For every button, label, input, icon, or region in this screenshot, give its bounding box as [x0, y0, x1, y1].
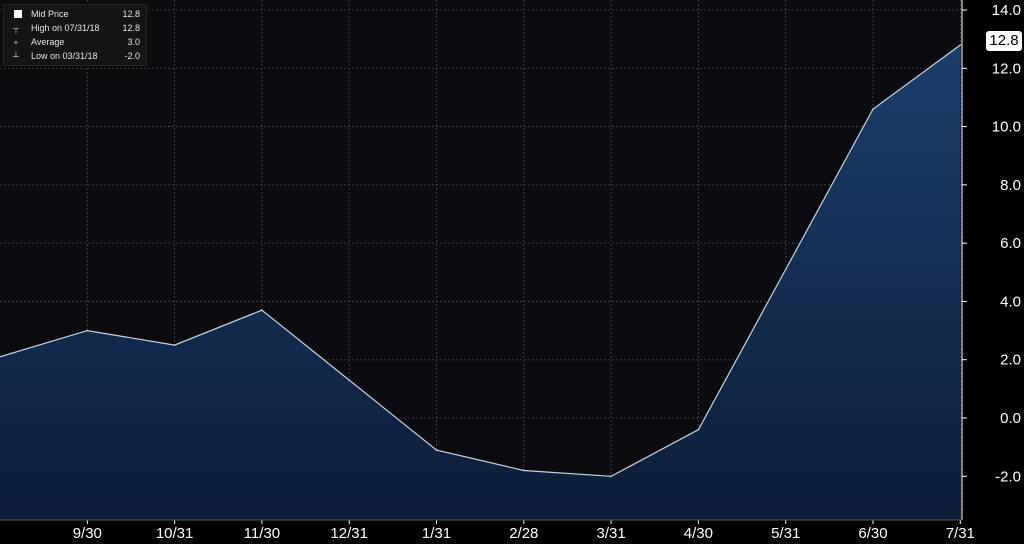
- legend-item-high: ┬ High on 07/31/18 12.8: [4, 22, 146, 34]
- legend-value: 12.8: [122, 9, 140, 19]
- legend: Mid Price 12.8 ┬ High on 07/31/18 12.8 +…: [3, 4, 147, 66]
- high-marker-icon: ┬: [13, 24, 19, 33]
- y-tick-label: 4.0: [1000, 293, 1021, 310]
- legend-value: 12.8: [122, 23, 140, 33]
- data-point: [784, 268, 787, 271]
- y-tick-label: 10.0: [992, 119, 1021, 136]
- data-point: [435, 449, 438, 451]
- x-tick-label: 6/30: [858, 525, 887, 542]
- data-point: [348, 379, 351, 381]
- average-marker-icon: +: [13, 38, 19, 47]
- data-point: [523, 469, 525, 472]
- chart: 14.0 12.0 10.0 8.0 6.0 4.0 2.0 0.0 -2.0 9/30 10/31…: [0, 0, 1021, 542]
- legend-label: Average: [31, 37, 65, 47]
- legend-item-average: + Average 3.0: [4, 36, 146, 48]
- y-tick-label: 2.0: [1000, 352, 1021, 369]
- y-tick-label: 12.0: [992, 60, 1021, 77]
- y-tick-label: 8.0: [1000, 177, 1021, 194]
- data-point: [86, 329, 89, 332]
- y-tick-label: 0.0: [1000, 410, 1021, 427]
- legend-label: High on 07/31/18: [31, 23, 100, 33]
- legend-value: 3.0: [127, 37, 140, 47]
- legend-label: Low on 03/31/18: [31, 51, 98, 61]
- data-point: [697, 428, 700, 431]
- x-tick-label: 7/31: [946, 525, 975, 542]
- legend-item-low: ┴ Low on 03/31/18 -2.0: [4, 50, 146, 62]
- x-tick-label: 5/31: [771, 525, 800, 542]
- data-point: [261, 309, 263, 311]
- last-value-tag: 12.8: [986, 31, 1022, 51]
- legend-item-mid-price: Mid Price 12.8: [4, 8, 146, 20]
- x-tick-label: 9/30: [73, 525, 102, 542]
- x-tick-label: 11/30: [244, 525, 280, 542]
- legend-label: Mid Price: [31, 9, 69, 19]
- y-tick-label: -2.0: [995, 468, 1021, 485]
- x-tick-label: 4/30: [684, 525, 713, 542]
- data-point: [610, 475, 612, 478]
- y-tick-label: 6.0: [1000, 235, 1021, 252]
- x-tick-label: 1/31: [422, 525, 451, 542]
- x-tick-label: 3/31: [596, 525, 625, 542]
- series-swatch-icon: [14, 10, 22, 18]
- legend-value: -2.0: [124, 51, 140, 61]
- data-point: [959, 44, 962, 46]
- data-point: [173, 344, 176, 346]
- x-tick-label: 2/28: [509, 525, 538, 542]
- x-tick-label: 10/31: [156, 525, 194, 542]
- y-tick-label: 14.0: [992, 2, 1021, 19]
- low-marker-icon: ┴: [13, 52, 19, 61]
- x-tick-label: 12/31: [330, 525, 368, 542]
- data-point: [872, 108, 874, 110]
